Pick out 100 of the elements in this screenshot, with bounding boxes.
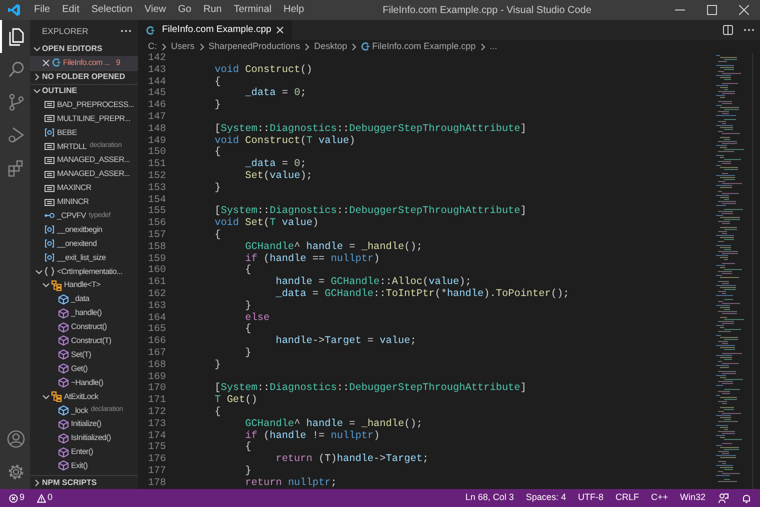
branch-icon[interactable] <box>7 93 25 112</box>
line-number: 170 <box>146 383 166 395</box>
status-item[interactable]: Spaces: 4 <box>526 491 566 505</box>
status-item[interactable]: Win32 <box>680 491 706 505</box>
more-actions-icon[interactable] <box>120 29 132 33</box>
line-number: 143 <box>146 64 166 77</box>
chevron-right-icon <box>478 42 487 50</box>
section-header[interactable]: NO FOLDER OPENED <box>42 71 126 84</box>
cpp-file-icon <box>361 42 370 51</box>
code-line: GCHandle^ handle = _handle(); <box>244 242 422 254</box>
close-icon[interactable] <box>276 26 284 34</box>
chevron-down-icon[interactable] <box>33 87 41 96</box>
line-number: 149 <box>146 136 166 147</box>
code-line: { <box>244 265 252 278</box>
variable-icon <box>44 238 55 250</box>
menu-item[interactable]: Edit <box>56 0 86 20</box>
code-line: } <box>244 300 252 312</box>
menu-item[interactable]: Run <box>197 0 228 20</box>
breadcrumb-item[interactable]: Users <box>171 40 195 54</box>
breadcrumb-item[interactable]: SharpenedProductions <box>208 40 300 54</box>
error-count[interactable]: 9 <box>20 491 25 505</box>
code-line: handle = GCHandle::Alloc(value); <box>274 277 472 288</box>
status-item[interactable]: CRLF <box>615 491 639 505</box>
line-number: 162 <box>146 288 166 301</box>
chevron-down-icon[interactable] <box>35 268 43 276</box>
line-number: 155 <box>146 206 166 218</box>
method-icon <box>58 335 69 346</box>
status-item[interactable]: C++ <box>650 491 668 505</box>
chevron-down-icon[interactable] <box>42 281 50 290</box>
code-line: handle->Target = value; <box>274 336 416 348</box>
menu-item[interactable]: Go <box>172 0 198 20</box>
code-line: [System::Diagnostics::DebuggerStepThroughAttribute] <box>214 383 526 394</box>
error-icon[interactable] <box>8 494 18 502</box>
menu-item[interactable]: File <box>28 0 56 20</box>
line-number: 144 <box>146 76 166 88</box>
section-header[interactable]: OUTLINE <box>42 85 78 98</box>
section-header[interactable]: OPEN EDITORS <box>42 43 102 55</box>
chevron-right-icon[interactable] <box>33 73 41 82</box>
maximize-icon[interactable] <box>707 5 717 15</box>
editor-tab[interactable]: FileInfo.com Example.cpp <box>138 20 292 40</box>
close-icon[interactable] <box>739 5 749 15</box>
code-line: Set(value); <box>244 170 312 183</box>
account-icon[interactable] <box>7 430 25 449</box>
line-number: 148 <box>146 124 166 136</box>
code-line: _data = 0; <box>244 88 306 100</box>
line-number: 163 <box>146 300 166 313</box>
chevron-down-icon[interactable] <box>42 392 50 401</box>
feedback-icon[interactable] <box>718 492 728 504</box>
breadcrumb-item[interactable]: C: <box>148 40 157 54</box>
method-icon <box>58 322 69 333</box>
method-icon <box>58 432 69 444</box>
status-item[interactable]: Ln 68, Col 3 <box>465 491 514 505</box>
code-line: } <box>214 360 221 372</box>
method-icon <box>58 308 69 319</box>
line-number: 171 <box>146 395 166 407</box>
line-number: 172 <box>146 406 166 419</box>
sidebar-title: EXPLORER <box>42 24 88 38</box>
menu-item[interactable]: View <box>138 0 172 20</box>
line-number: 176 <box>146 454 166 466</box>
line-number: 174 <box>146 430 166 442</box>
bell-icon[interactable] <box>740 492 752 504</box>
code-line: return nullptr; <box>244 478 337 489</box>
more-actions-icon[interactable] <box>743 28 755 32</box>
code-line: if (handle != nullptr) <box>244 430 380 442</box>
class-icon <box>51 280 62 291</box>
macro-icon <box>44 99 55 110</box>
breadcrumb-more[interactable]: ... <box>490 40 498 54</box>
status-item[interactable]: UTF-8 <box>578 491 604 505</box>
class-icon <box>51 391 62 402</box>
method-icon <box>58 349 69 360</box>
code-line: } <box>244 348 252 360</box>
menu-item[interactable]: Help <box>278 0 310 20</box>
braces-icon <box>44 266 55 278</box>
code-line: else <box>244 312 270 324</box>
warning-icon[interactable] <box>36 494 46 502</box>
menu-item[interactable]: Selection <box>85 0 138 20</box>
split-editor-icon[interactable] <box>723 25 733 35</box>
section-header[interactable]: NPM SCRIPTS <box>42 476 97 488</box>
line-number: 165 <box>146 324 166 336</box>
warning-count[interactable]: 0 <box>48 491 53 505</box>
code-line: } <box>244 466 252 478</box>
chevron-right-icon[interactable] <box>33 478 41 486</box>
code-line: { <box>214 147 221 160</box>
close-icon[interactable] <box>42 58 50 67</box>
menu-item[interactable]: Terminal <box>228 0 278 20</box>
breadcrumb-item[interactable]: Desktop <box>314 40 348 54</box>
breadcrumb-item[interactable]: FileInfo.com Example.cpp <box>372 40 476 54</box>
line-number: 177 <box>146 466 166 478</box>
macro-icon <box>44 168 55 180</box>
files-icon[interactable] <box>7 27 25 46</box>
search-icon[interactable] <box>7 60 25 79</box>
line-number: 164 <box>146 312 166 324</box>
play-bug-icon[interactable] <box>7 126 25 145</box>
chevron-right-icon <box>198 42 206 50</box>
extensions-icon[interactable] <box>7 159 25 178</box>
settings-icon[interactable] <box>7 463 25 482</box>
line-number: 166 <box>146 336 166 348</box>
line-number: 147 <box>146 112 166 124</box>
line-number: 159 <box>146 254 166 265</box>
chevron-down-icon[interactable] <box>33 45 41 53</box>
